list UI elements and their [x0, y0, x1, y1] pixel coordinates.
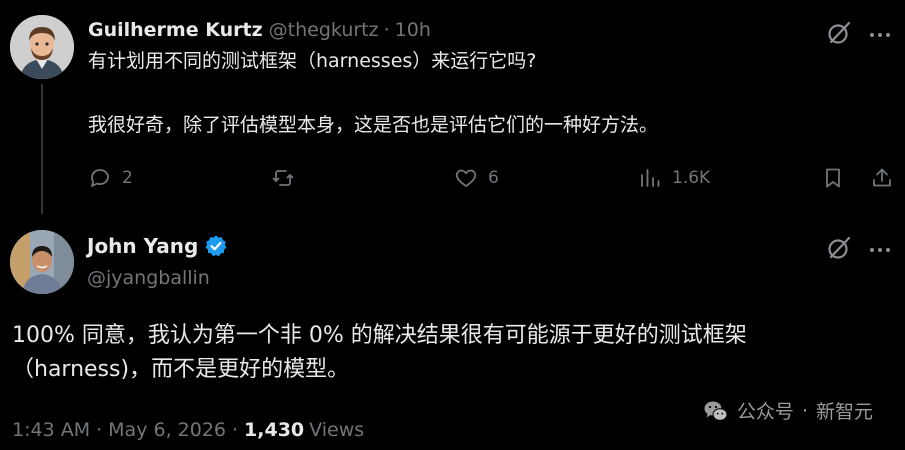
- views-icon: [641, 169, 660, 187]
- wechat-icon: [704, 401, 728, 421]
- verified-badge-icon: [205, 235, 227, 257]
- author-handle[interactable]: @thegkurtz: [269, 18, 379, 42]
- author-handle[interactable]: @jyangballin: [87, 265, 210, 291]
- separator-dot: ·: [383, 19, 390, 41]
- main-tweet-text: 100% 同意，我认为第一个非 0% 的解决结果很有可能源于更好的测试框架 （h…: [12, 319, 747, 387]
- views-button[interactable]: 1.6K: [638, 163, 710, 193]
- watermark-label-left: 公众号: [736, 401, 794, 423]
- watermark: 公众号 · 新智元: [703, 397, 873, 424]
- watermark-label-right: 新智元: [815, 401, 873, 423]
- bookmark-button[interactable]: [821, 163, 845, 193]
- avatar[interactable]: [10, 15, 74, 79]
- views-count: 1.6K: [672, 168, 711, 188]
- grok-icon[interactable]: [826, 20, 852, 50]
- main-tweet-text-line-2: （harness)，而不是更好的模型。: [12, 357, 350, 382]
- reply-icon: [91, 169, 109, 187]
- author-name[interactable]: John Yang: [87, 233, 198, 259]
- author-name[interactable]: Guilherme Kurtz: [88, 18, 263, 42]
- tweet-time[interactable]: 1:43 AM: [12, 417, 90, 443]
- separator-dot: ·: [801, 399, 808, 422]
- like-button[interactable]: 6: [454, 163, 499, 193]
- reply-button[interactable]: 2: [88, 163, 133, 193]
- reply-text-line-2: 我很好奇，除了评估模型本身，这是否也是评估它们的一种好方法。: [88, 114, 659, 136]
- reply-top-actions: [826, 20, 890, 50]
- main-tweet-text-line-1: 100% 同意，我认为第一个非 0% 的解决结果很有可能源于更好的测试框架: [12, 323, 747, 348]
- share-button[interactable]: [870, 163, 894, 193]
- author-name-line: John Yang: [87, 233, 228, 259]
- thread-connector-line: [41, 84, 43, 214]
- bookmark-icon: [826, 168, 840, 188]
- timestamp[interactable]: 10h: [395, 18, 431, 42]
- main-top-actions: [826, 235, 890, 265]
- more-icon[interactable]: [870, 33, 890, 37]
- separator-dot: ·: [232, 419, 239, 441]
- reply-header: Guilherme Kurtz @thegkurtz · 10h: [88, 18, 431, 42]
- reply-count: 2: [122, 168, 133, 188]
- tweet-meta: 1:43 AM · May 6, 2026 · 1,430 Views: [12, 417, 364, 443]
- like-count: 6: [488, 168, 499, 188]
- share-icon: [873, 168, 891, 187]
- reply-text-line-1: 有计划用不同的测试框架（harnesses）来运行它吗?: [88, 50, 537, 72]
- more-icon[interactable]: [870, 248, 890, 252]
- reply-text: 有计划用不同的测试框架（harnesses）来运行它吗? 我很好奇，除了评估模型…: [88, 48, 658, 138]
- grok-icon[interactable]: [826, 235, 852, 265]
- tweet-thread: Guilherme Kurtz @thegkurtz · 10h 有计划用不同的…: [0, 0, 905, 450]
- tweet-date[interactable]: May 6, 2026: [108, 417, 226, 443]
- separator-dot: ·: [96, 419, 103, 441]
- repost-button[interactable]: [271, 163, 305, 193]
- reply-tweet[interactable]: Guilherme Kurtz @thegkurtz · 10h 有计划用不同的…: [0, 0, 905, 215]
- repost-icon: [272, 170, 294, 186]
- reply-action-bar: 2 6 1.6K: [88, 163, 898, 193]
- avatar[interactable]: [10, 230, 74, 294]
- views-count[interactable]: 1,430: [244, 417, 304, 443]
- like-icon: [455, 169, 477, 187]
- views-label: Views: [309, 419, 365, 441]
